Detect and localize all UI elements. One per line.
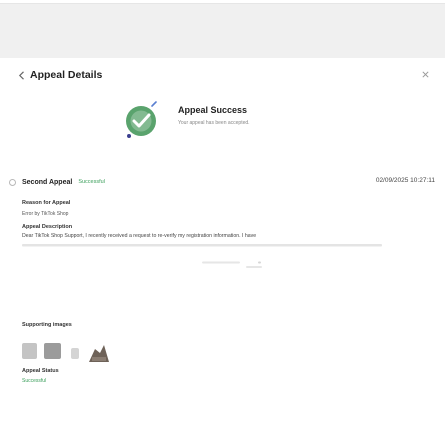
radio-icon[interactable] xyxy=(9,178,16,186)
description-faded-text xyxy=(202,261,262,268)
description-label: Appeal Description xyxy=(22,224,73,230)
appeal-date: 02/09/2025 10:27:11 xyxy=(375,177,435,184)
status-value: Successful xyxy=(22,378,47,384)
description-faded-line xyxy=(22,244,382,247)
supporting-images xyxy=(22,343,262,365)
description-value: Dear TikTok Shop Support, I recently rec… xyxy=(22,233,257,239)
status-badge: Successful xyxy=(78,179,105,185)
check-badge-icon xyxy=(126,101,157,138)
reason-label: Reason for Appeal xyxy=(22,200,71,206)
images-label: Supporting images xyxy=(22,322,72,328)
image-thumbnail[interactable] xyxy=(71,348,79,359)
status-label: Appeal Status xyxy=(22,368,59,374)
success-banner: Appeal Success Your appeal has been acce… xyxy=(123,98,333,140)
page-title: Appeal Details xyxy=(30,69,103,81)
image-thumbnail[interactable] xyxy=(44,343,61,359)
banner-subtitle: Your appeal has been accepted. xyxy=(178,120,250,126)
image-thumbnail[interactable] xyxy=(22,343,37,359)
close-icon[interactable] xyxy=(418,67,432,81)
chevron-left-icon[interactable] xyxy=(14,68,28,82)
banner-title: Appeal Success xyxy=(178,105,248,115)
appeal-row: Second Appeal Successful 02/09/2025 10:2… xyxy=(9,175,437,189)
image-thumbnail[interactable] xyxy=(88,343,110,363)
panel-header: Appeal Details xyxy=(14,67,434,83)
appeal-name: Second Appeal xyxy=(22,178,73,186)
reason-value: Error by TikTok Shop xyxy=(22,211,69,217)
top-strip xyxy=(0,0,445,4)
